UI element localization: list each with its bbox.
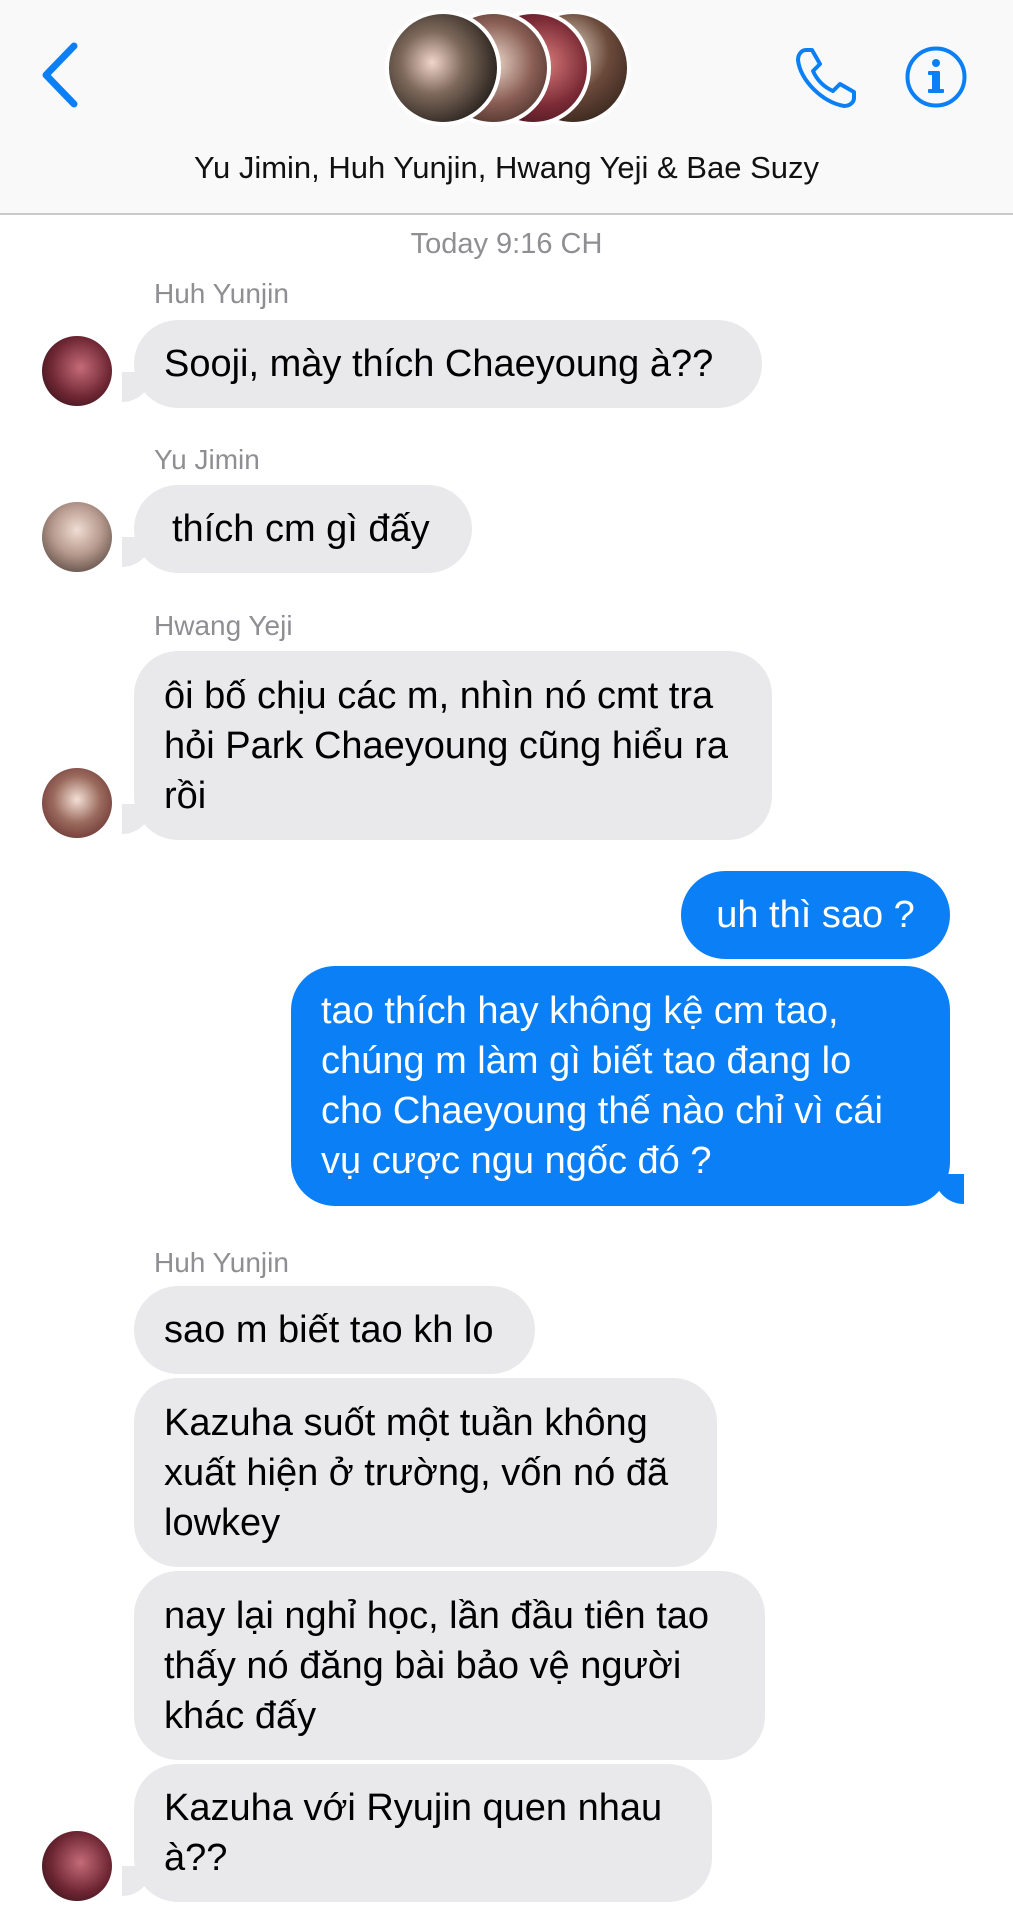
message-bubble[interactable]: uh thì sao ? [681, 871, 950, 959]
info-button[interactable] [904, 45, 968, 109]
message-bubble[interactable]: ôi bố chịu các m, nhìn nó cmt tra hỏi Pa… [134, 651, 772, 840]
group-title[interactable]: Yu Jimin, Huh Yunjin, Hwang Yeji & Bae S… [0, 150, 1013, 186]
sender-name: Huh Yunjin [154, 278, 289, 309]
message-bubble[interactable]: thích cm gì đấy [134, 485, 472, 573]
sender-name: Huh Yunjin [154, 1247, 289, 1278]
message-bubble[interactable]: sao m biết tao kh lo [134, 1286, 535, 1374]
info-icon [905, 46, 967, 108]
message-bubble[interactable]: nay lại nghỉ học, lần đầu tiên tao thấy … [134, 1571, 765, 1760]
back-button[interactable] [36, 40, 86, 110]
avatar[interactable] [42, 1831, 112, 1901]
chevron-left-icon [42, 42, 78, 108]
message-bubble[interactable]: Sooji, mày thích Chaeyoung à?? [134, 320, 762, 408]
message-bubble[interactable]: Kazuha suốt một tuần không xuất hiện ở t… [134, 1378, 717, 1567]
sender-name: Yu Jimin [154, 444, 260, 475]
message-bubble[interactable]: tao thích hay không kệ cm tao, chúng m l… [291, 966, 950, 1206]
avatar [385, 10, 501, 126]
phone-icon [796, 48, 856, 108]
timestamp: Today 9:16 CH [410, 228, 603, 260]
call-button[interactable] [792, 42, 862, 112]
group-avatars[interactable] [385, 10, 631, 130]
sender-name: Hwang Yeji [154, 610, 293, 641]
chat-header: Yu Jimin, Huh Yunjin, Hwang Yeji & Bae S… [0, 0, 1013, 215]
message-bubble[interactable]: Kazuha với Ryujin quen nhau à?? [134, 1764, 712, 1902]
avatar[interactable] [42, 336, 112, 406]
avatar[interactable] [42, 502, 112, 572]
avatar[interactable] [42, 768, 112, 838]
